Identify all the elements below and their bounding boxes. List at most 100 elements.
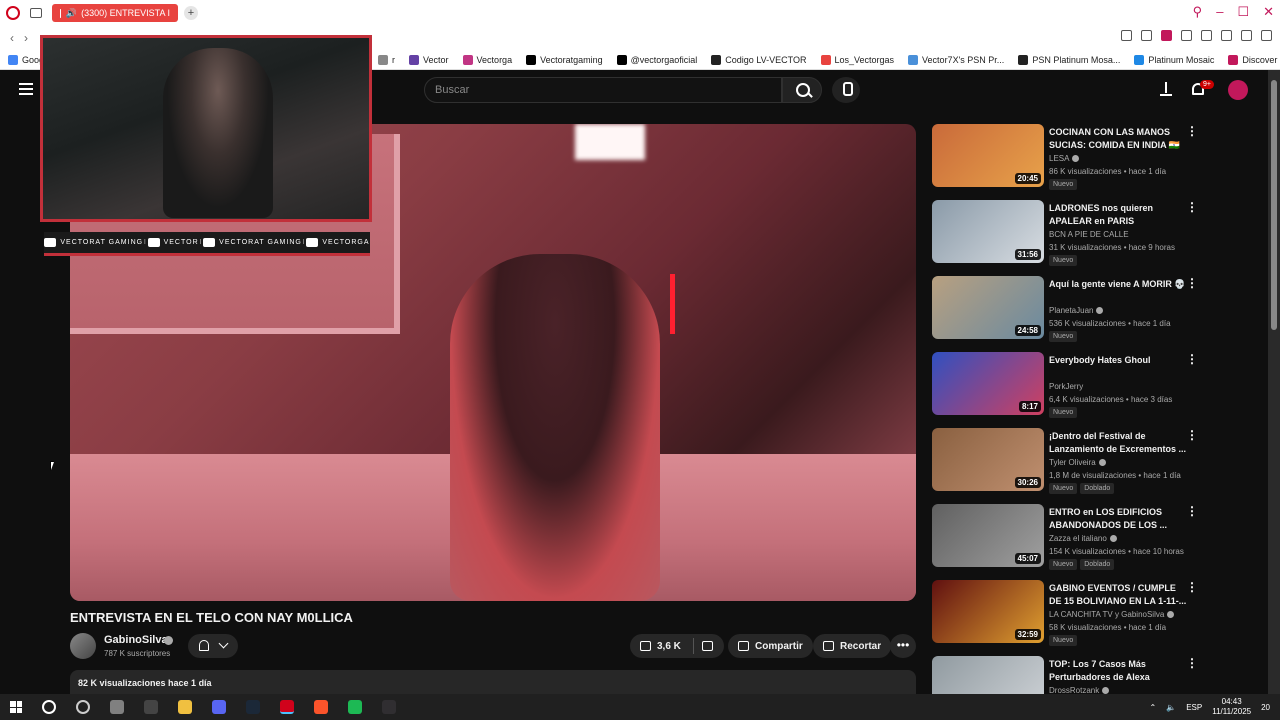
recommendation-title[interactable]: ¡Dentro del Festival de Lanzamiento de E… bbox=[1049, 430, 1189, 456]
recommendation-item[interactable]: 31:56 LADRONES nos quieren APALEAR en PAR… bbox=[932, 200, 1202, 276]
subscription-bell-button[interactable] bbox=[188, 634, 238, 658]
bookmark-item[interactable]: Codigo LV-VECTOR bbox=[711, 54, 807, 65]
kebab-menu-icon[interactable]: ⋮ bbox=[1186, 353, 1198, 365]
recommendation-item[interactable]: 45:07 ENTRO en LOS EDIFICIOS ABANDONADOS … bbox=[932, 504, 1202, 580]
bookmark-item[interactable]: @vectorgaoficial bbox=[616, 54, 697, 65]
recommendation-channel[interactable]: PorkJerry bbox=[1049, 382, 1083, 391]
video-thumbnail[interactable]: 8:17 bbox=[932, 352, 1044, 415]
recommendation-item[interactable]: 20:45 COCINAN CON LAS MANOS SUCIAS: COMID… bbox=[932, 124, 1202, 200]
upload-icon[interactable] bbox=[1160, 82, 1172, 96]
recommendation-channel[interactable]: BCN A PIE DE CALLE bbox=[1049, 230, 1129, 239]
recommendation-item[interactable]: 24:58 Aquí la gente viene A MORIR 💀 Planet… bbox=[932, 276, 1202, 352]
search-icon[interactable] bbox=[42, 700, 56, 714]
bookmark-item[interactable]: Los_Vectorgas bbox=[820, 54, 894, 65]
recommendation-title[interactable]: Everybody Hates Ghoul bbox=[1049, 354, 1189, 367]
discord-icon[interactable] bbox=[212, 700, 226, 714]
opera-icon[interactable] bbox=[280, 700, 294, 714]
clip-button[interactable]: Recortar bbox=[813, 634, 892, 658]
video-thumbnail[interactable]: 16:44 bbox=[932, 656, 1044, 694]
clock[interactable]: 04:43 11/11/2025 bbox=[1212, 697, 1251, 717]
share-button[interactable]: Compartir bbox=[728, 634, 813, 658]
kebab-menu-icon[interactable]: ⋮ bbox=[1186, 505, 1198, 517]
account-avatar[interactable] bbox=[1228, 80, 1248, 100]
recommendation-item[interactable]: 30:26 ¡Dentro del Festival de Lanzamiento… bbox=[932, 428, 1202, 504]
recommendation-channel[interactable]: PlanetaJuan bbox=[1049, 306, 1104, 315]
heart-icon[interactable] bbox=[1201, 30, 1212, 41]
player-icon[interactable] bbox=[1181, 30, 1192, 41]
recommendation-channel[interactable]: LESA bbox=[1049, 154, 1080, 163]
recommendation-channel[interactable]: LA CANCHITA TV y GabinoSilva bbox=[1049, 610, 1175, 619]
workspaces-icon[interactable] bbox=[30, 8, 42, 18]
recommendation-item[interactable]: 32:59 GABINO EVENTOS / CUMPLE DE 15 BOLIV… bbox=[932, 580, 1202, 656]
recommendation-channel[interactable]: DrossRotzank bbox=[1049, 686, 1110, 694]
dislike-icon[interactable] bbox=[701, 641, 713, 651]
notification-center-badge[interactable]: 20 bbox=[1261, 703, 1270, 712]
bookmark-item[interactable]: Goog bbox=[8, 54, 44, 65]
video-thumbnail[interactable]: 45:07 bbox=[932, 504, 1044, 567]
bookmark-item[interactable]: Vectorga bbox=[462, 54, 512, 65]
recommendation-channel[interactable]: Tyler Oliveira bbox=[1049, 458, 1106, 467]
download-icon[interactable] bbox=[1241, 30, 1252, 41]
recommendation-item[interactable]: 16:44TOP: Los 7 Casos Más Perturbadores … bbox=[932, 656, 1202, 694]
spotify-icon[interactable] bbox=[348, 700, 362, 714]
vpn-icon[interactable] bbox=[1161, 30, 1172, 41]
bookmark-item[interactable]: Vector bbox=[409, 54, 449, 65]
recommendation-title[interactable]: Aquí la gente viene A MORIR 💀 bbox=[1049, 278, 1189, 291]
tab-search-icon[interactable]: ⚲ bbox=[1193, 4, 1203, 20]
chevron-up-icon[interactable]: ⌃ bbox=[1150, 703, 1157, 712]
new-tab-button[interactable]: + bbox=[184, 6, 198, 20]
terminal-icon[interactable] bbox=[144, 700, 158, 714]
channel-avatar[interactable] bbox=[70, 633, 96, 659]
recommendation-title[interactable]: ENTRO en LOS EDIFICIOS ABANDONADOS DE LO… bbox=[1049, 506, 1189, 532]
recommendation-channel[interactable]: Zazza el italiano bbox=[1049, 534, 1117, 543]
steam-icon[interactable] bbox=[246, 700, 260, 714]
close-button[interactable]: ✕ bbox=[1263, 4, 1274, 20]
video-thumbnail[interactable]: 20:45 bbox=[932, 124, 1044, 187]
kebab-menu-icon[interactable]: ⋮ bbox=[1186, 277, 1198, 289]
recommendation-title[interactable]: LADRONES nos quieren APALEAR en PARIS bbox=[1049, 202, 1189, 228]
kebab-menu-icon[interactable]: ⋮ bbox=[1186, 657, 1198, 669]
obs-icon[interactable] bbox=[382, 700, 396, 714]
search-input[interactable]: Buscar bbox=[424, 77, 782, 103]
recommendation-item[interactable]: 8:17 Everybody Hates Ghoul PorkJerry 6,4 K … bbox=[932, 352, 1202, 428]
page-scrollbar[interactable] bbox=[1268, 70, 1280, 694]
files-icon[interactable] bbox=[110, 700, 124, 714]
language-indicator[interactable]: ESP bbox=[1186, 703, 1202, 712]
kebab-menu-icon[interactable]: ⋮ bbox=[1186, 125, 1198, 137]
video-thumbnail[interactable]: 32:59 bbox=[932, 580, 1044, 643]
bookmark-item[interactable]: Discover Games -... bbox=[1228, 54, 1280, 65]
recommendation-title[interactable]: GABINO EVENTOS / CUMPLE DE 15 BOLIVIANO … bbox=[1049, 582, 1189, 608]
hamburger-menu-icon[interactable] bbox=[19, 83, 33, 95]
recommendation-title[interactable]: COCINAN CON LAS MANOS SUCIAS: COMIDA EN … bbox=[1049, 126, 1189, 152]
explorer-icon[interactable] bbox=[178, 700, 192, 714]
channel-name[interactable]: GabinoSilva bbox=[104, 634, 168, 646]
voice-search-icon[interactable] bbox=[832, 77, 860, 103]
brave-icon[interactable] bbox=[314, 700, 328, 714]
recommendation-title[interactable]: TOP: Los 7 Casos Más Perturbadores de Al… bbox=[1049, 658, 1189, 684]
video-thumbnail[interactable]: 30:26 bbox=[932, 428, 1044, 491]
back-arrow-icon[interactable]: ‹ bbox=[10, 31, 14, 45]
bookmark-item[interactable]: Vectoratgaming bbox=[526, 54, 603, 65]
more-actions-button[interactable]: ••• bbox=[890, 634, 916, 658]
snapshot-icon[interactable] bbox=[1141, 30, 1152, 41]
pin-icon[interactable] bbox=[1121, 30, 1132, 41]
video-thumbnail[interactable]: 24:58 bbox=[932, 276, 1044, 339]
maximize-button[interactable]: ☐ bbox=[1237, 4, 1249, 20]
menu-icon[interactable] bbox=[1261, 30, 1272, 41]
minimize-button[interactable]: – bbox=[1216, 4, 1223, 20]
bookmark-item[interactable]: r bbox=[378, 54, 395, 65]
kebab-menu-icon[interactable]: ⋮ bbox=[1186, 581, 1198, 593]
browser-tab-active[interactable]: 🔊 (3300) ENTREVISTA I bbox=[52, 4, 178, 22]
video-thumbnail[interactable]: 31:56 bbox=[932, 200, 1044, 263]
kebab-menu-icon[interactable]: ⋮ bbox=[1186, 201, 1198, 213]
like-icon[interactable] bbox=[640, 641, 651, 651]
search-button[interactable] bbox=[782, 77, 822, 103]
volume-icon[interactable]: 🔈 bbox=[1166, 703, 1176, 712]
like-count[interactable]: 3,6 K bbox=[657, 641, 681, 652]
opera-logo-icon[interactable] bbox=[6, 6, 20, 20]
extension-icon[interactable] bbox=[1221, 30, 1232, 41]
scrollbar-thumb[interactable] bbox=[1271, 80, 1277, 330]
bookmark-item[interactable]: Vector7X's PSN Pr... bbox=[908, 54, 1004, 65]
forward-arrow-icon[interactable]: › bbox=[24, 31, 28, 45]
description-box[interactable]: 82 K visualizaciones hace 1 día bbox=[70, 670, 916, 694]
